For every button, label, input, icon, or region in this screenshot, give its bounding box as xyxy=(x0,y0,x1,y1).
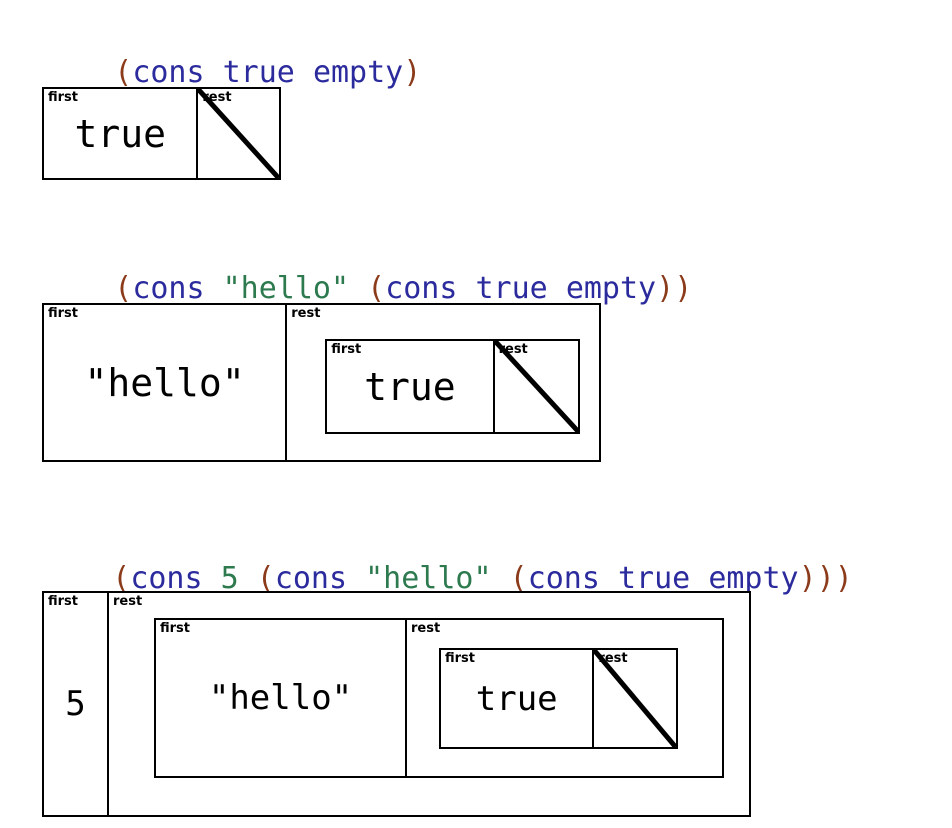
token: ( xyxy=(114,271,133,306)
cons-cell-3-nested2-first-value: true xyxy=(475,678,558,719)
cons-cell-2-first-value: "hello" xyxy=(84,360,245,405)
rest-label: rest xyxy=(498,342,528,357)
first-label: first xyxy=(48,306,78,321)
cons-cell-3: first 5 rest first "hello" rest first tr… xyxy=(42,591,751,817)
token: ( xyxy=(114,55,133,90)
token: empty xyxy=(565,271,657,306)
token: true xyxy=(475,271,548,306)
expression-1-tokens: (cons true empty) xyxy=(114,55,421,90)
token: ) xyxy=(656,271,675,306)
token: ) xyxy=(798,561,817,596)
token: cons xyxy=(132,55,205,90)
cons-cell-3-rest: rest first "hello" rest first true rest xyxy=(107,593,749,815)
cons-cell-2-nested-rest: rest xyxy=(492,341,579,432)
cons-cell-3-nested-rest: rest first true rest xyxy=(405,620,722,776)
cons-cell-1-first-value: true xyxy=(74,111,166,156)
cons-diagram-page: (cons true empty) first true rest (cons … xyxy=(0,0,952,828)
token: ) xyxy=(816,561,835,596)
cons-cell-2-first: first "hello" xyxy=(44,305,285,460)
cons-cell-1-first: first true xyxy=(44,89,196,178)
cons-cell-3-nested-first: first "hello" xyxy=(156,620,405,776)
cons-cell-1-rest: rest xyxy=(196,89,279,178)
rest-label: rest xyxy=(411,621,441,636)
token: empty xyxy=(312,55,404,90)
cons-cell-3-nested: first "hello" rest first true rest xyxy=(154,618,724,778)
first-label: first xyxy=(445,651,475,666)
first-label: first xyxy=(160,621,190,636)
token: ) xyxy=(834,561,853,596)
first-label: first xyxy=(48,90,78,105)
cons-cell-2-nested-first: first true xyxy=(327,341,492,432)
cons-cell-3-first-value: 5 xyxy=(65,684,86,724)
token: ) xyxy=(403,55,422,90)
cons-cell-3-nested2-first: first true xyxy=(441,650,592,747)
rest-label: rest xyxy=(598,651,628,666)
first-label: first xyxy=(331,342,362,357)
cons-cell-1: first true rest xyxy=(42,87,281,180)
cons-cell-2-nested-first-value: true xyxy=(364,364,456,409)
cons-cell-3-nested2: first true rest xyxy=(439,648,678,749)
cons-cell-2: first "hello" rest first true rest xyxy=(42,303,601,462)
first-label: first xyxy=(48,594,78,609)
token: cons xyxy=(385,271,458,306)
cons-cell-2-nested: first true rest xyxy=(325,339,581,434)
rest-label: rest xyxy=(202,90,232,105)
cons-cell-3-first: first 5 xyxy=(44,593,107,815)
cons-cell-3-nested-first-value: "hello" xyxy=(208,678,353,718)
rest-label: rest xyxy=(291,306,321,321)
rest-label: rest xyxy=(113,594,143,609)
token: ( xyxy=(367,271,386,306)
token: true xyxy=(222,55,295,90)
token: "hello" xyxy=(222,271,350,306)
cons-cell-3-nested2-rest: rest xyxy=(592,650,676,747)
cons-cell-2-rest: rest first true rest xyxy=(285,305,599,460)
token: cons xyxy=(132,271,205,306)
expression-2-tokens: (cons "hello" (cons true empty)) xyxy=(114,271,692,306)
token: ) xyxy=(674,271,693,306)
